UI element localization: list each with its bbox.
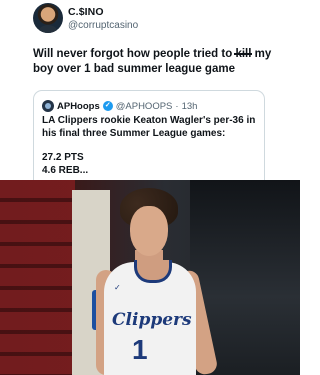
verified-badge-icon: ✓: [102, 101, 113, 111]
quote-header: APHoops ✓ @APHOOPS · 13h: [42, 99, 197, 113]
author-avatar[interactable]: [33, 3, 63, 33]
quote-body: LA Clippers rookie Keaton Wagler's per-3…: [42, 115, 256, 139]
author-handle[interactable]: @corruptcasino: [68, 20, 138, 31]
quote-stat-reb: 4.6 REB...: [42, 165, 89, 176]
player-photo[interactable]: ✓ Clippers 1: [0, 180, 300, 375]
author-name[interactable]: C.$INO: [68, 6, 104, 18]
quote-time: 13h: [181, 100, 198, 112]
arena-seats: [0, 180, 75, 375]
tweet-text-part: Will never forgot how people tried to: [33, 48, 236, 60]
jersey-number: 1: [132, 334, 148, 365]
redacted-word: kill: [234, 48, 253, 60]
quoted-tweet[interactable]: APHoops ✓ @APHOOPS · 13h LA Clippers roo…: [33, 90, 265, 180]
quote-stat-pts: 27.2 PTS: [42, 152, 84, 163]
jersey-team-name: Clippers: [112, 310, 192, 330]
player-face: [130, 206, 168, 256]
tweet-text: Will never forgot how people tried to ki…: [33, 47, 283, 76]
quote-author-handle: @APHOOPS: [115, 100, 173, 112]
tweet-header: C.$INO @corruptcasino: [33, 3, 293, 35]
quote-author-name: APHoops: [57, 100, 100, 112]
player-head: [120, 188, 178, 258]
quote-separator: ·: [175, 100, 179, 112]
quote-avatar: [42, 100, 54, 112]
jersey-brand-logo: ✓: [114, 283, 121, 292]
